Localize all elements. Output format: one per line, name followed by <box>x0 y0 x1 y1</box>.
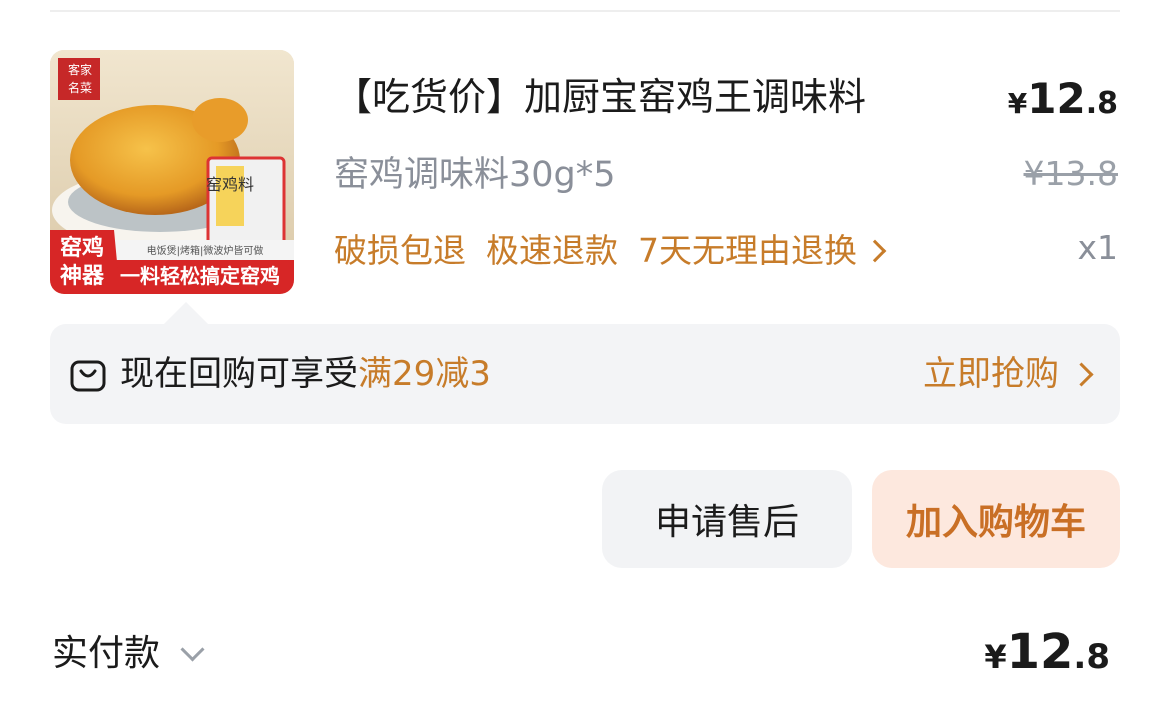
price-integer: 12 <box>1027 74 1086 123</box>
product-image[interactable]: 窑鸡料 一料轻松搞定窑鸡 电饭煲|烤箱|微波炉皆可做 窑鸡 神器 客家 名菜 <box>50 50 294 294</box>
image-subtext: 电饭煲|烤箱|微波炉皆可做 <box>147 244 264 257</box>
brand-badge-text2: 名菜 <box>68 80 92 95</box>
image-banner-text: 一料轻松搞定窑鸡 <box>120 264 280 288</box>
actual-payment-amount: ¥12.8 <box>984 624 1110 680</box>
service-item-fast-refund: 极速退款 <box>486 231 618 270</box>
service-item-damage-refund: 破损包退 <box>334 231 466 270</box>
quantity: x1 <box>1077 228 1118 267</box>
image-badge-line1: 窑鸡 <box>60 235 104 261</box>
price-symbol: ¥ <box>1007 87 1028 120</box>
actual-payment-toggle[interactable]: 实付款 <box>52 628 205 680</box>
amount-symbol: ¥ <box>984 638 1007 676</box>
product-price: ¥12.8 <box>1008 74 1118 123</box>
original-price: ¥13.8 <box>1023 154 1118 193</box>
promo-discount: 满29减3 <box>358 354 491 394</box>
add-to-cart-button[interactable]: 加入购物车 <box>872 470 1120 568</box>
promo-text: 现在回购可享受满29减3 <box>120 348 491 400</box>
top-divider <box>50 10 1120 12</box>
shopping-bag-icon <box>70 360 106 392</box>
amount-decimal: .8 <box>1073 637 1110 677</box>
promo-prefix: 现在回购可享受 <box>120 354 358 394</box>
service-guarantees[interactable]: 破损包退 极速退款 7天无理由退换 <box>334 226 887 276</box>
service-item-7day-return: 7天无理由退换 <box>638 231 857 270</box>
buy-now-label: 立即抢购 <box>923 354 1059 394</box>
package-label: 窑鸡料 <box>206 175 254 194</box>
price-decimal: .8 <box>1085 86 1118 121</box>
chevron-right-icon <box>863 239 887 263</box>
chevron-down-icon <box>180 636 205 662</box>
product-spec: 窑鸡调味料30g*5 <box>334 155 616 195</box>
product-title[interactable]: 【吃货价】加厨宝窑鸡王调味料 <box>334 70 866 124</box>
roast-chicken-product-photo: 窑鸡料 一料轻松搞定窑鸡 电饭煲|烤箱|微波炉皆可做 窑鸡 神器 客家 名菜 <box>50 50 294 294</box>
actual-payment-label: 实付款 <box>52 633 161 674</box>
buy-now-link[interactable]: 立即抢购 <box>923 348 1094 400</box>
brand-badge-text1: 客家 <box>68 62 92 77</box>
image-badge-line2: 神器 <box>60 263 105 289</box>
amount-integer: 12 <box>1006 624 1074 680</box>
after-sale-button[interactable]: 申请售后 <box>602 470 852 568</box>
chevron-right-icon <box>1069 361 1094 387</box>
repurchase-promo-bar[interactable]: 现在回购可享受满29减3 立即抢购 <box>50 302 1120 424</box>
